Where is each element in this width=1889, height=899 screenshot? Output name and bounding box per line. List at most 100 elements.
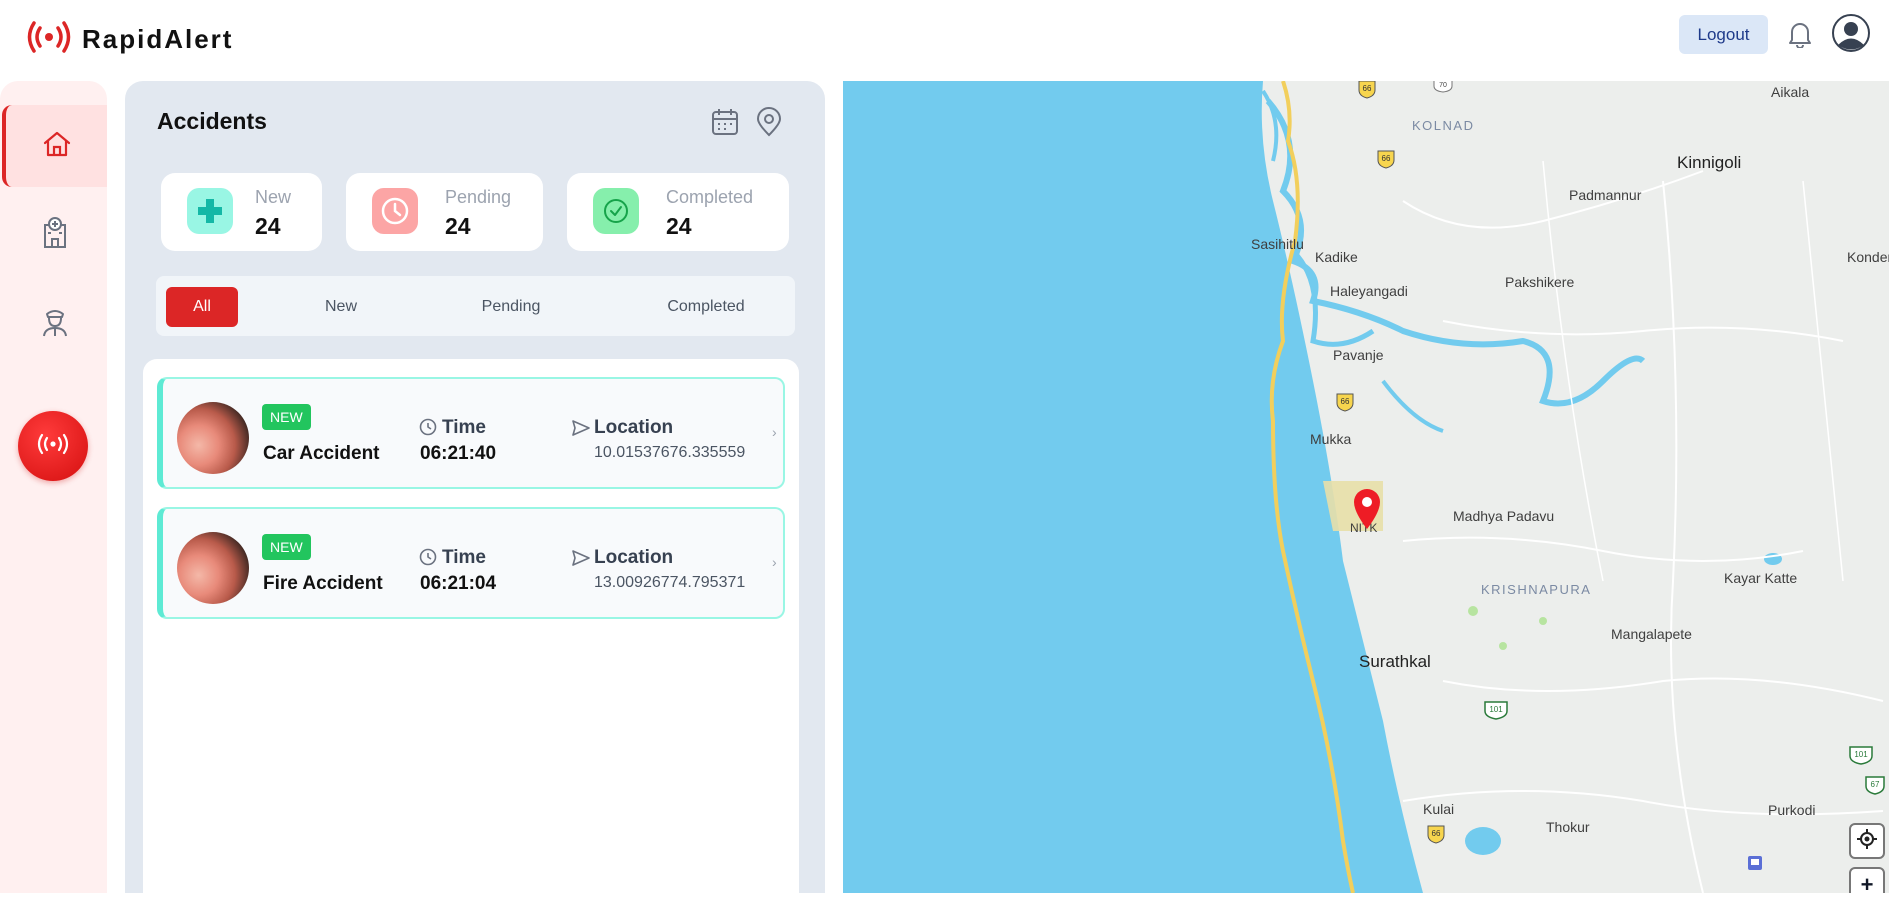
sidebar [0, 81, 107, 893]
map-place-label: Padmannur [1569, 187, 1642, 203]
chevron-right-icon[interactable]: › [772, 424, 777, 440]
avatar[interactable] [1832, 14, 1870, 52]
map-place-label: Thokur [1546, 819, 1590, 835]
svg-text:66: 66 [1382, 154, 1391, 163]
broadcast-icon [37, 433, 69, 460]
location-value: 10.01537676.335559 [594, 444, 746, 461]
zoom-in-button[interactable]: + [1849, 867, 1885, 893]
map-place-label: Aikala [1771, 84, 1810, 100]
map-place-label: Surathkal [1359, 652, 1431, 671]
top-header: RapidAlert Logout [0, 0, 1889, 78]
stat-value: 24 [666, 213, 692, 239]
app-name: RapidAlert [82, 24, 234, 54]
time-label: Time [442, 547, 487, 568]
highway-shield-icon: 70 [1433, 81, 1453, 93]
highway-shield-icon: 101 [1484, 701, 1508, 720]
chevron-right-icon[interactable]: › [772, 554, 777, 570]
bus-stop-icon [1748, 856, 1762, 870]
stat-value: 24 [255, 213, 281, 239]
my-location-button[interactable] [1849, 823, 1885, 859]
sidebar-item-officer[interactable] [2, 283, 107, 365]
logout-button[interactable]: Logout [1679, 15, 1768, 54]
stat-label: Completed [666, 187, 754, 207]
map-place-label: Sasihitlu [1251, 236, 1304, 252]
map-place-label: Mukka [1310, 431, 1352, 447]
app-logo[interactable]: RapidAlert [26, 20, 233, 59]
calendar-icon[interactable] [710, 107, 740, 142]
map-place-label: Mangalapete [1611, 626, 1692, 642]
map-place-label: Kulai [1423, 801, 1455, 817]
stat-card-completed[interactable]: Completed 24 [567, 173, 789, 251]
map-place-label: Kondem [1847, 249, 1889, 265]
map-place-label: Kayar Katte [1724, 570, 1798, 586]
map-place-label: Pakshikere [1505, 274, 1575, 290]
highway-shield-icon: 66 [1427, 825, 1445, 844]
home-icon [41, 128, 73, 165]
map-place-label: Haleyangadi [1330, 283, 1408, 299]
sos-alert-button[interactable] [18, 411, 88, 481]
map-place-label: KRISHNAPURA [1481, 582, 1592, 597]
map-place-label: Madhya Padavu [1453, 508, 1555, 524]
hospital-icon [39, 215, 71, 254]
page-title: Accidents [157, 108, 267, 134]
location-value: 13.00926774.795371 [594, 574, 746, 591]
svg-text:67: 67 [1871, 780, 1880, 789]
stat-card-new[interactable]: New 24 [161, 173, 322, 251]
map-place-label: Pavanje [1333, 347, 1384, 363]
accident-list: NEW Car Accident Time 06:21:40 Location … [143, 359, 799, 899]
check-circle-icon [593, 188, 639, 234]
list-item[interactable]: NEW Fire Accident Time 06:21:04 Location… [157, 507, 785, 619]
tab-new[interactable]: New [296, 287, 386, 327]
svg-text:101: 101 [1854, 750, 1868, 759]
location-marker-icon[interactable] [1352, 488, 1382, 530]
broadcast-icon [26, 20, 72, 59]
accidents-panel: Accidents New 24 Pending 24 Completed 24… [125, 81, 825, 899]
highway-shield-icon: 66 [1336, 393, 1354, 412]
time-label: Time [442, 417, 487, 438]
accident-title: Fire Accident [263, 573, 383, 594]
highway-shield-icon: 66 [1377, 150, 1395, 169]
tab-completed[interactable]: Completed [636, 287, 776, 327]
highway-shield-icon: 66 [1358, 81, 1376, 99]
time-value: 06:21:40 [420, 443, 497, 464]
crosshair-icon [1856, 828, 1878, 855]
clock-icon [419, 548, 437, 571]
navigation-icon [571, 549, 591, 572]
sidebar-item-home[interactable] [2, 105, 107, 187]
svg-text:66: 66 [1363, 84, 1372, 93]
location-label: Location [594, 547, 674, 568]
tab-all[interactable]: All [166, 287, 238, 327]
clock-icon [419, 418, 437, 441]
svg-text:66: 66 [1432, 829, 1441, 838]
accident-thumbnail [177, 532, 249, 604]
svg-text:101: 101 [1489, 705, 1503, 714]
officer-icon [39, 306, 71, 343]
time-value: 06:21:04 [420, 573, 497, 594]
location-pin-icon[interactable] [755, 107, 783, 142]
map-place-label: Kadike [1315, 249, 1358, 265]
list-item[interactable]: NEW Car Accident Time 06:21:40 Location … [157, 377, 785, 489]
highway-shield-icon: 101 [1849, 746, 1873, 765]
status-badge: NEW [262, 534, 311, 560]
accident-thumbnail [177, 402, 249, 474]
map-view[interactable]: 66 66 66 66 101 101 67 70 KOLNAD Aikala … [843, 81, 1889, 893]
tab-pending[interactable]: Pending [456, 287, 566, 327]
navigation-icon [571, 419, 591, 442]
stat-label: New [255, 187, 292, 207]
status-badge: NEW [262, 404, 311, 430]
stat-label: Pending [445, 187, 512, 207]
accident-title: Car Accident [263, 443, 380, 464]
plus-icon [187, 188, 233, 234]
highway-shield-icon: 67 [1865, 776, 1885, 795]
map-place-label: KOLNAD [1412, 118, 1475, 133]
map-place-label: Kinnigoli [1677, 153, 1742, 172]
map-canvas [843, 81, 1884, 893]
sidebar-item-hospital[interactable] [2, 193, 107, 275]
filter-tabs: All New Pending Completed [156, 276, 795, 336]
bell-icon[interactable] [1787, 20, 1813, 49]
location-label: Location [594, 417, 674, 438]
svg-text:70: 70 [1439, 82, 1447, 89]
stat-card-pending[interactable]: Pending 24 [346, 173, 543, 251]
svg-text:66: 66 [1341, 397, 1350, 406]
stat-value: 24 [445, 213, 471, 239]
